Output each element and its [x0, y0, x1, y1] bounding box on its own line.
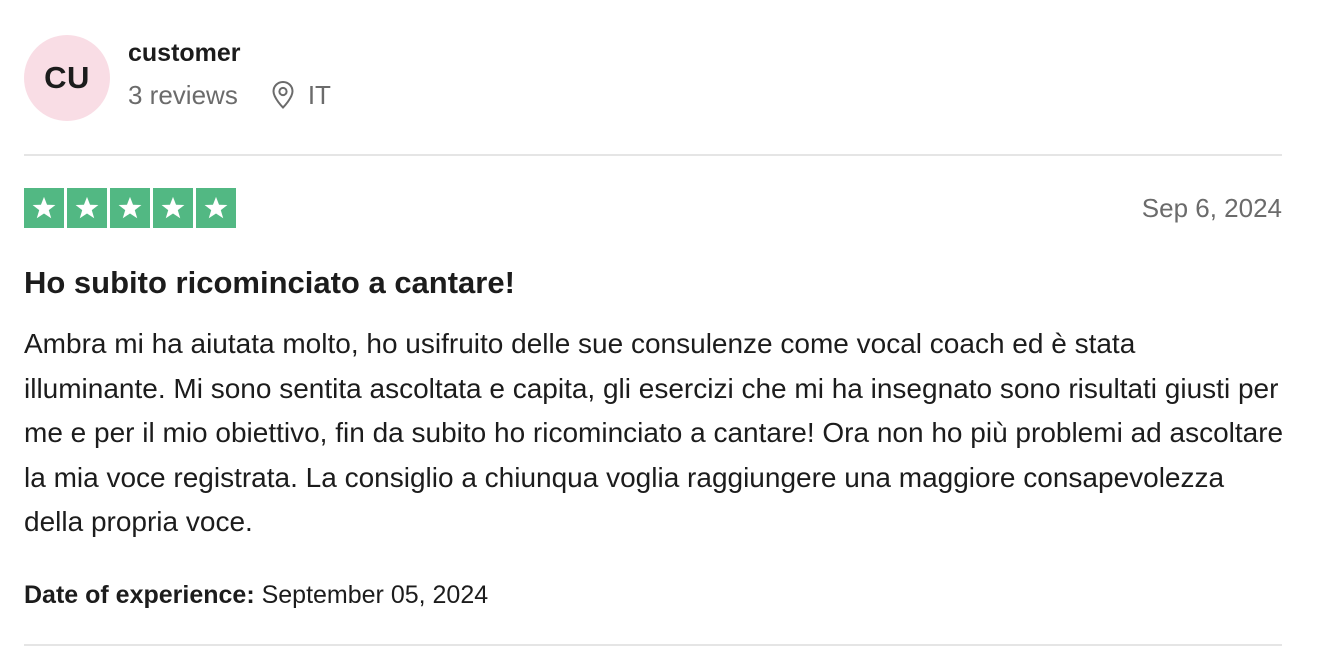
star-icon — [24, 188, 64, 228]
experience-label: Date of experience: — [24, 581, 255, 609]
star-icon — [153, 188, 193, 228]
divider — [24, 644, 1282, 646]
star-rating — [24, 188, 236, 228]
consumer-details: customer 3 reviews IT — [128, 39, 331, 110]
review-date: Sep 6, 2024 — [1141, 193, 1282, 223]
star-icon — [110, 188, 150, 228]
consumer-meta: 3 reviews IT — [128, 80, 331, 110]
consumer-location: IT — [270, 80, 331, 110]
star-icon — [67, 188, 107, 228]
date-of-experience: Date of experience: September 05, 2024 — [24, 580, 488, 610]
review-card: CU customer 3 reviews IT Sep 6, 2024 Ho … — [0, 0, 1320, 650]
consumer-name[interactable]: customer — [128, 38, 331, 68]
experience-date: September 05, 2024 — [261, 581, 489, 609]
reviews-count: 3 reviews — [128, 80, 238, 110]
country-code: IT — [307, 80, 331, 110]
review-title[interactable]: Ho subito ricominciato a cantare! — [24, 264, 515, 302]
location-pin-icon — [270, 80, 296, 110]
consumer-info: CU customer 3 reviews IT — [24, 34, 331, 122]
avatar[interactable]: CU — [24, 35, 110, 121]
review-text: Ambra mi ha aiutata molto, ho usifruito … — [24, 328, 1284, 537]
divider — [24, 154, 1282, 156]
avatar-initials: CU — [44, 60, 90, 95]
star-icon — [196, 188, 236, 228]
